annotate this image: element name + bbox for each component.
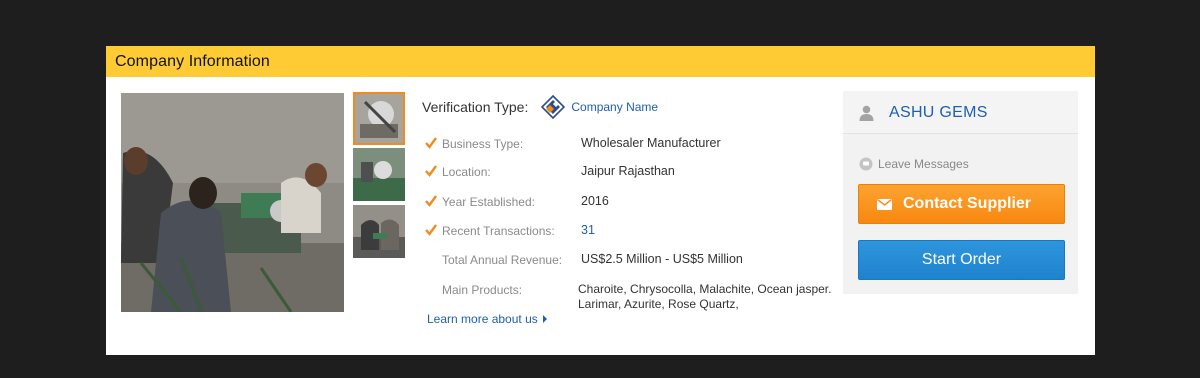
checkmark-icon (424, 164, 438, 178)
detail-value: Charoite, Chrysocolla, Malachite, Ocean … (578, 282, 832, 311)
detail-key: Location: (442, 165, 491, 179)
learn-more-link[interactable]: Learn more about us (427, 312, 547, 326)
supplier-panel: ASHU GEMS Leave Messages Contact Supplie… (843, 91, 1078, 294)
transactions-link[interactable]: 31 (581, 223, 595, 237)
envelope-icon (877, 198, 892, 210)
person-icon (859, 105, 874, 121)
leave-messages[interactable]: Leave Messages (859, 157, 969, 171)
checkmark-icon (424, 223, 438, 237)
verified-company-icon (541, 95, 566, 119)
start-order-label: Start Order (921, 251, 1002, 268)
supplier-name[interactable]: ASHU GEMS (889, 104, 988, 122)
factory-photo[interactable] (121, 93, 344, 312)
detail-value: Wholesaler Manufacturer (581, 136, 721, 150)
company-info-card: Company Information Verification Type: C… (106, 46, 1095, 355)
detail-key: Business Type: (442, 137, 524, 151)
detail-key: Total Annual Revenue: (442, 253, 563, 267)
verification-label: Verification Type: (422, 99, 529, 115)
message-bubble-icon (859, 157, 873, 171)
detail-key: Recent Transactions: (442, 224, 555, 238)
photo-thumbnail[interactable] (353, 92, 405, 145)
photo-thumbnail[interactable] (353, 148, 405, 201)
detail-key: Main Products: (442, 283, 523, 297)
start-order-button[interactable]: Start Order (858, 240, 1065, 280)
photo-thumbnail[interactable] (353, 205, 405, 258)
card-title: Company Information (115, 53, 270, 70)
verification-value[interactable]: Company Name (571, 100, 658, 114)
contact-supplier-button[interactable]: Contact Supplier (858, 184, 1065, 224)
detail-value: 2016 (581, 194, 609, 208)
detail-key: Year Established: (442, 195, 535, 209)
detail-value: US$2.5 Million - US$5 Million (581, 252, 743, 266)
checkmark-icon (424, 194, 438, 208)
detail-value: Jaipur Rajasthan (581, 164, 675, 178)
arrow-right-icon (542, 315, 547, 323)
supplier-name-bar: ASHU GEMS (843, 91, 1078, 134)
contact-supplier-label: Contact Supplier (903, 195, 1032, 212)
card-header: Company Information (106, 46, 1095, 77)
verification-type: Verification Type: Company Name (422, 95, 658, 119)
learn-more-label[interactable]: Learn more about us (427, 312, 538, 326)
checkmark-icon (424, 136, 438, 150)
leave-messages-label[interactable]: Leave Messages (878, 157, 969, 171)
